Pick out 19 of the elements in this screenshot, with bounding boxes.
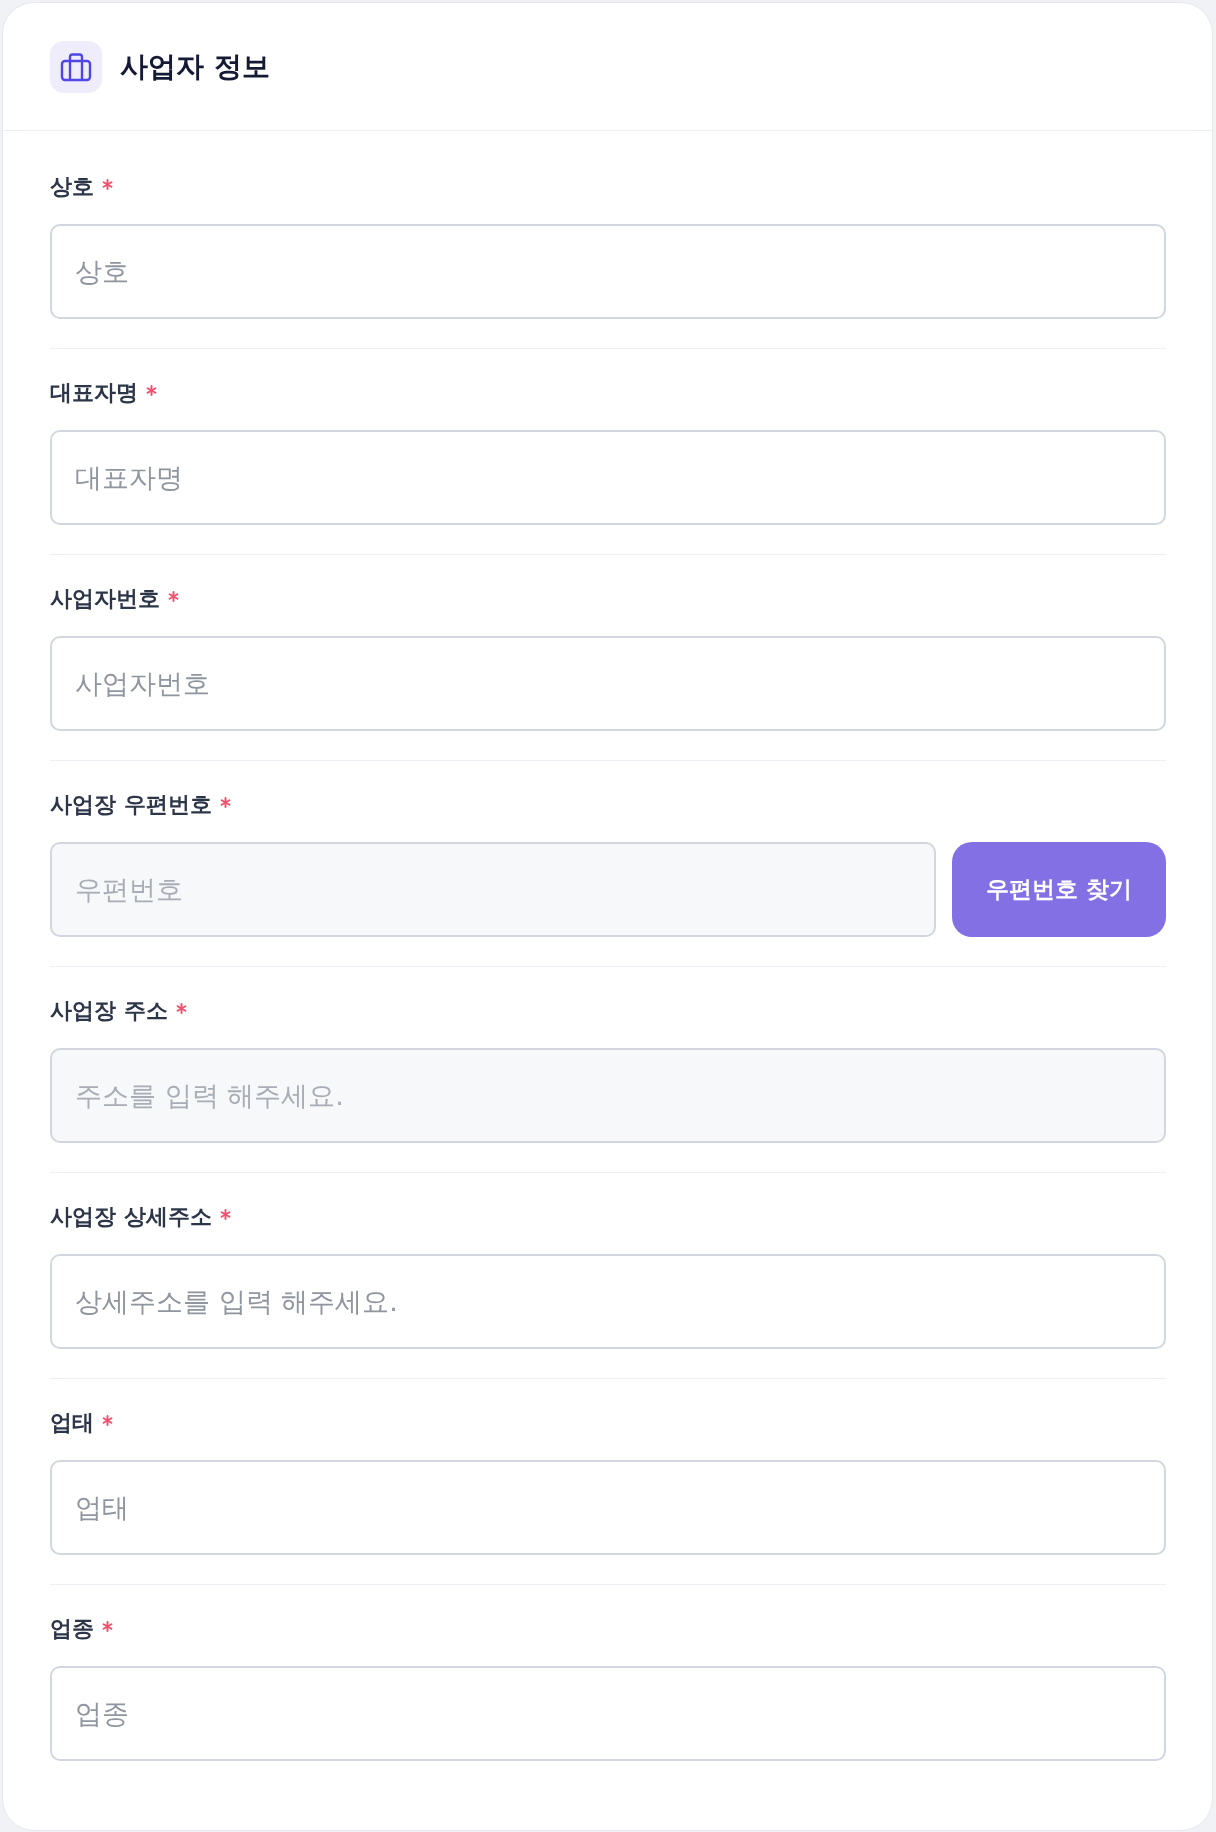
- field-label: 사업자번호: [50, 585, 160, 613]
- input-field[interactable]: 대표자명: [50, 430, 1166, 525]
- section-title: 사업자 정보: [120, 48, 270, 85]
- input-field[interactable]: 상세주소를 입력 해주세요.: [50, 1254, 1166, 1349]
- field-label: 사업장 상세주소: [50, 1203, 212, 1231]
- field-label: 업종: [50, 1615, 94, 1643]
- input-field[interactable]: 주소를 입력 해주세요.: [50, 1048, 1166, 1143]
- field-label: 업태: [50, 1409, 94, 1437]
- input-field[interactable]: 업태: [50, 1460, 1166, 1555]
- field-label: 사업장 우편번호: [50, 791, 212, 819]
- input-field[interactable]: 우편번호: [50, 842, 936, 937]
- input-field[interactable]: 업종: [50, 1666, 1166, 1761]
- field-label: 대표자명: [50, 379, 138, 407]
- input-field[interactable]: 사업자번호: [50, 636, 1166, 731]
- field-label: 상호: [50, 173, 94, 201]
- input-field[interactable]: 상호: [50, 224, 1166, 319]
- search-postcode-button[interactable]: 우편번호 찾기: [952, 842, 1166, 937]
- field-label: 사업장 주소: [50, 997, 168, 1025]
- briefcase-icon: [50, 40, 102, 93]
